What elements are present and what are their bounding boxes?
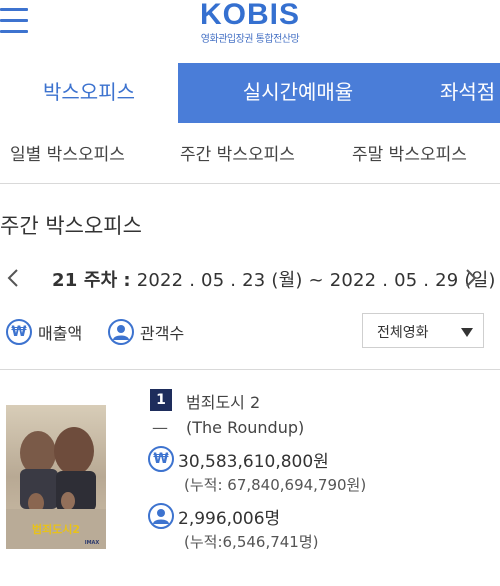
audience-accumulated: (누적:6,546,741명)	[184, 533, 319, 551]
subtab-weekend[interactable]: 주말 박스오피스	[352, 140, 467, 165]
period-separator: :	[123, 270, 131, 291]
caret-down-icon	[461, 328, 473, 337]
won-icon: ₩	[148, 446, 174, 472]
main-tab-bar: 박스오피스 실시간예매율 좌석점	[0, 63, 500, 123]
person-icon	[108, 319, 134, 345]
period-tilde: ~	[308, 270, 324, 291]
poster-imax-badge: IMAX	[85, 540, 100, 546]
rank-change: —	[152, 418, 168, 437]
chevron-left-icon[interactable]	[6, 265, 20, 297]
movie-filter-select[interactable]: 전체영화	[362, 313, 484, 348]
sales-value: 30,583,610,800원	[178, 451, 329, 472]
divider	[0, 369, 500, 370]
sales-row: ₩30,583,610,800원	[148, 446, 329, 472]
subtab-daily[interactable]: 일별 박스오피스	[10, 140, 125, 165]
period-display: 21 주차 : 2022 . 05 . 23 (월) ~ 2022 . 05 .…	[52, 266, 496, 292]
period-start: 2022 . 05 . 23 (월)	[136, 270, 303, 291]
sort-by-audience[interactable]: 관객수	[108, 319, 184, 345]
chevron-right-icon[interactable]	[464, 265, 478, 297]
section-title: 주간 박스오피스	[0, 214, 142, 238]
movie-original-title: (The Roundup)	[186, 418, 305, 437]
sales-accumulated: (누적: 67,840,694,790원)	[184, 476, 367, 494]
week-number: 21 주차	[52, 270, 118, 291]
hamburger-menu-icon[interactable]	[0, 8, 28, 34]
sort-sales-label: 매출액	[38, 324, 83, 343]
won-icon: ₩	[6, 319, 32, 345]
tab-seat[interactable]: 좌석점	[418, 63, 500, 123]
sort-audience-label: 관객수	[140, 324, 185, 343]
filter-selected-value: 전체영화	[377, 325, 429, 341]
tab-realtime-reservation[interactable]: 실시간예매율	[178, 63, 418, 123]
kobis-logo[interactable]: KOBIS 영화관입장권 통합전산망	[190, 0, 310, 47]
poster-title: 범죄도시2	[32, 522, 80, 536]
logo-subtitle: 영화관입장권 통합전산망	[200, 34, 300, 45]
audience-value: 2,996,006명	[178, 508, 281, 529]
logo-text: KOBIS	[199, 0, 300, 31]
person-icon	[148, 503, 174, 529]
tab-boxoffice[interactable]: 박스오피스	[0, 63, 178, 123]
sort-by-sales[interactable]: ₩ 매출액	[6, 319, 82, 345]
subtab-weekly[interactable]: 주간 박스오피스	[180, 140, 295, 165]
movie-poster[interactable]: 범죄도시2 IMAX	[6, 405, 106, 549]
rank-badge: 1	[150, 389, 172, 411]
divider	[0, 183, 500, 184]
audience-row: 2,996,006명	[148, 503, 280, 529]
movie-title[interactable]: 범죄도시 2	[186, 389, 260, 413]
